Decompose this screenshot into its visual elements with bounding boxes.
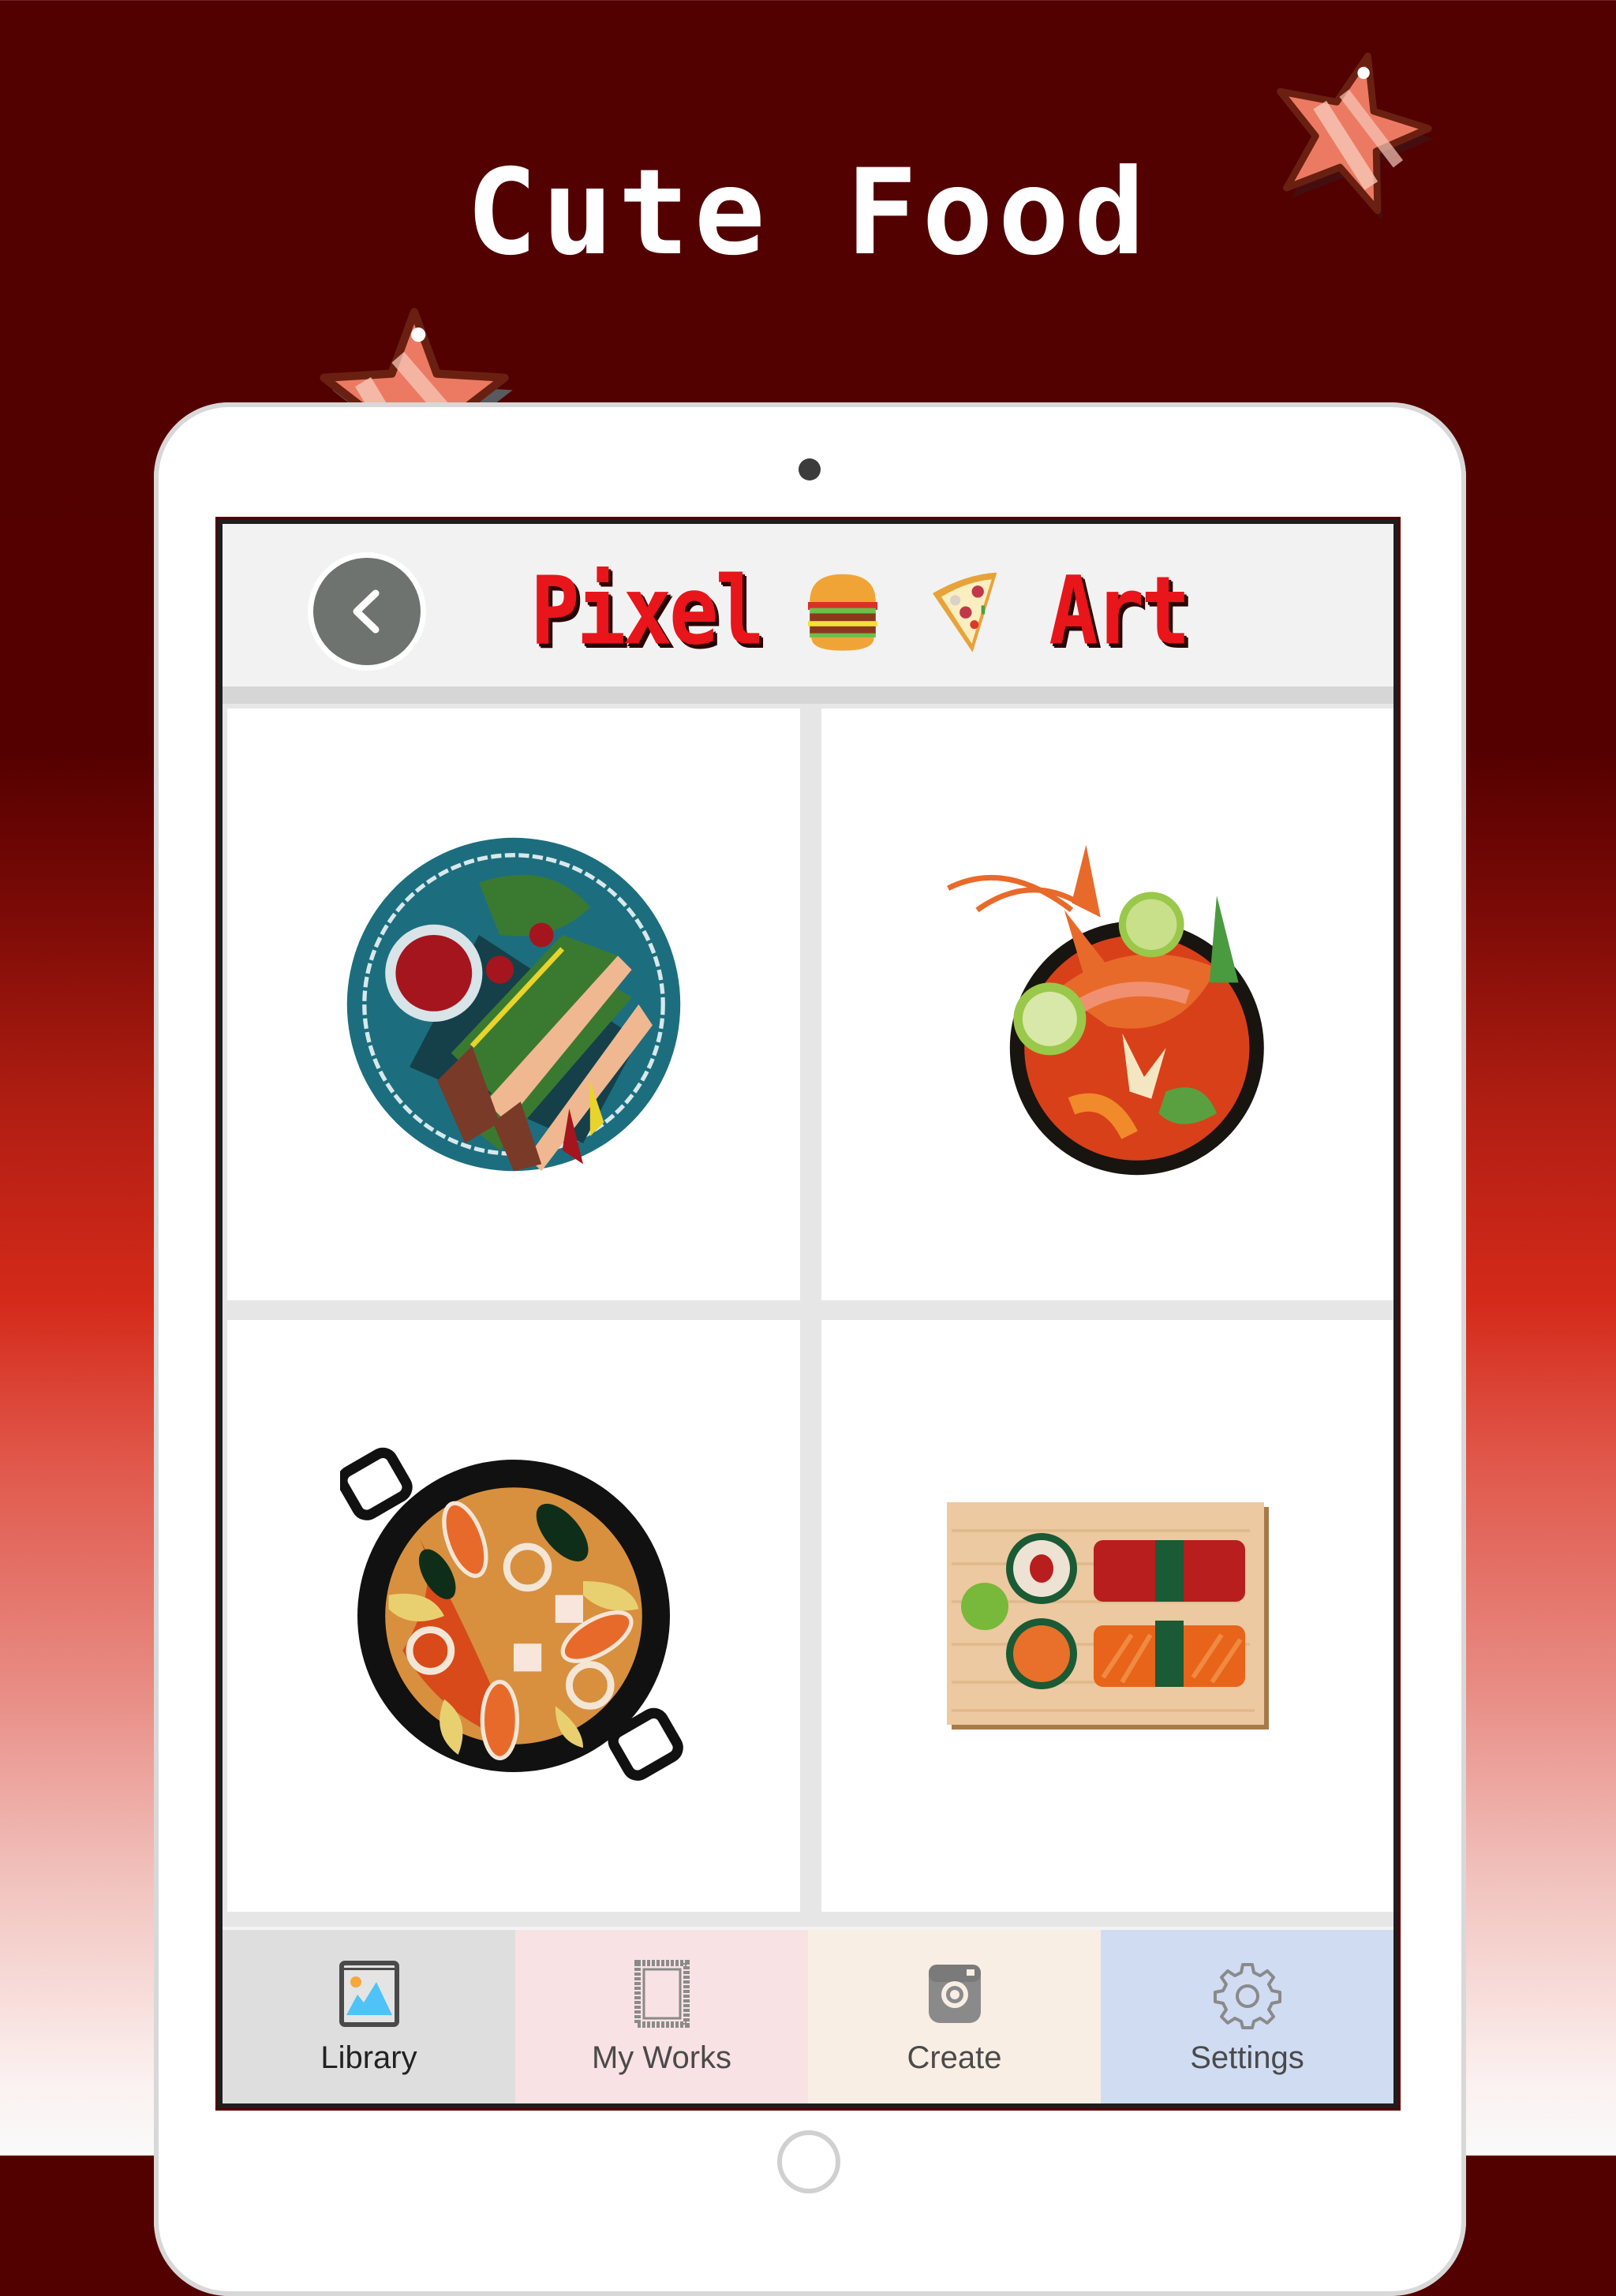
app-title: Pixel Art [530, 555, 1191, 667]
app-screen: Pixel Art Library My Works Create Settin… [215, 517, 1401, 2111]
shrimp-soup-artwork [946, 844, 1264, 1176]
bottom-tab-bar: Library My Works Create Settings [223, 1927, 1393, 2103]
paella-artwork [340, 1447, 683, 1781]
artwork-card[interactable] [821, 709, 1393, 1300]
tab-label: Settings [1190, 2040, 1304, 2075]
tab-label: Create [907, 2040, 1002, 2075]
chevron-left-icon [353, 589, 380, 634]
tab-library[interactable]: Library [223, 1930, 515, 2103]
title-word-art: Art [1049, 555, 1191, 667]
tab-my-works[interactable]: My Works [515, 1930, 808, 2103]
tab-settings[interactable]: Settings [1101, 1930, 1393, 2103]
hamburger-icon [808, 574, 878, 651]
home-button [777, 2130, 840, 2193]
image-gallery-icon [339, 1960, 399, 2027]
camera-dot [799, 458, 821, 481]
tab-label: Library [320, 2040, 417, 2075]
picture-frame-icon [634, 1959, 690, 2028]
tab-create[interactable]: Create [808, 1930, 1101, 2103]
sushi-artwork [946, 1502, 1269, 1729]
gear-icon [1213, 1962, 1281, 2029]
app-header: Pixel Art [223, 524, 1393, 704]
tacos-artwork [346, 837, 681, 1172]
camera-icon [928, 1964, 981, 2023]
artwork-grid [223, 704, 1393, 2103]
tab-label: My Works [591, 2040, 732, 2075]
artwork-card[interactable] [227, 1320, 800, 1912]
pizza-slice-icon [933, 572, 997, 653]
title-word-pixel: Pixel [530, 555, 765, 667]
back-button[interactable] [308, 552, 426, 671]
artwork-card[interactable] [821, 1320, 1393, 1912]
artwork-card[interactable] [227, 709, 800, 1300]
